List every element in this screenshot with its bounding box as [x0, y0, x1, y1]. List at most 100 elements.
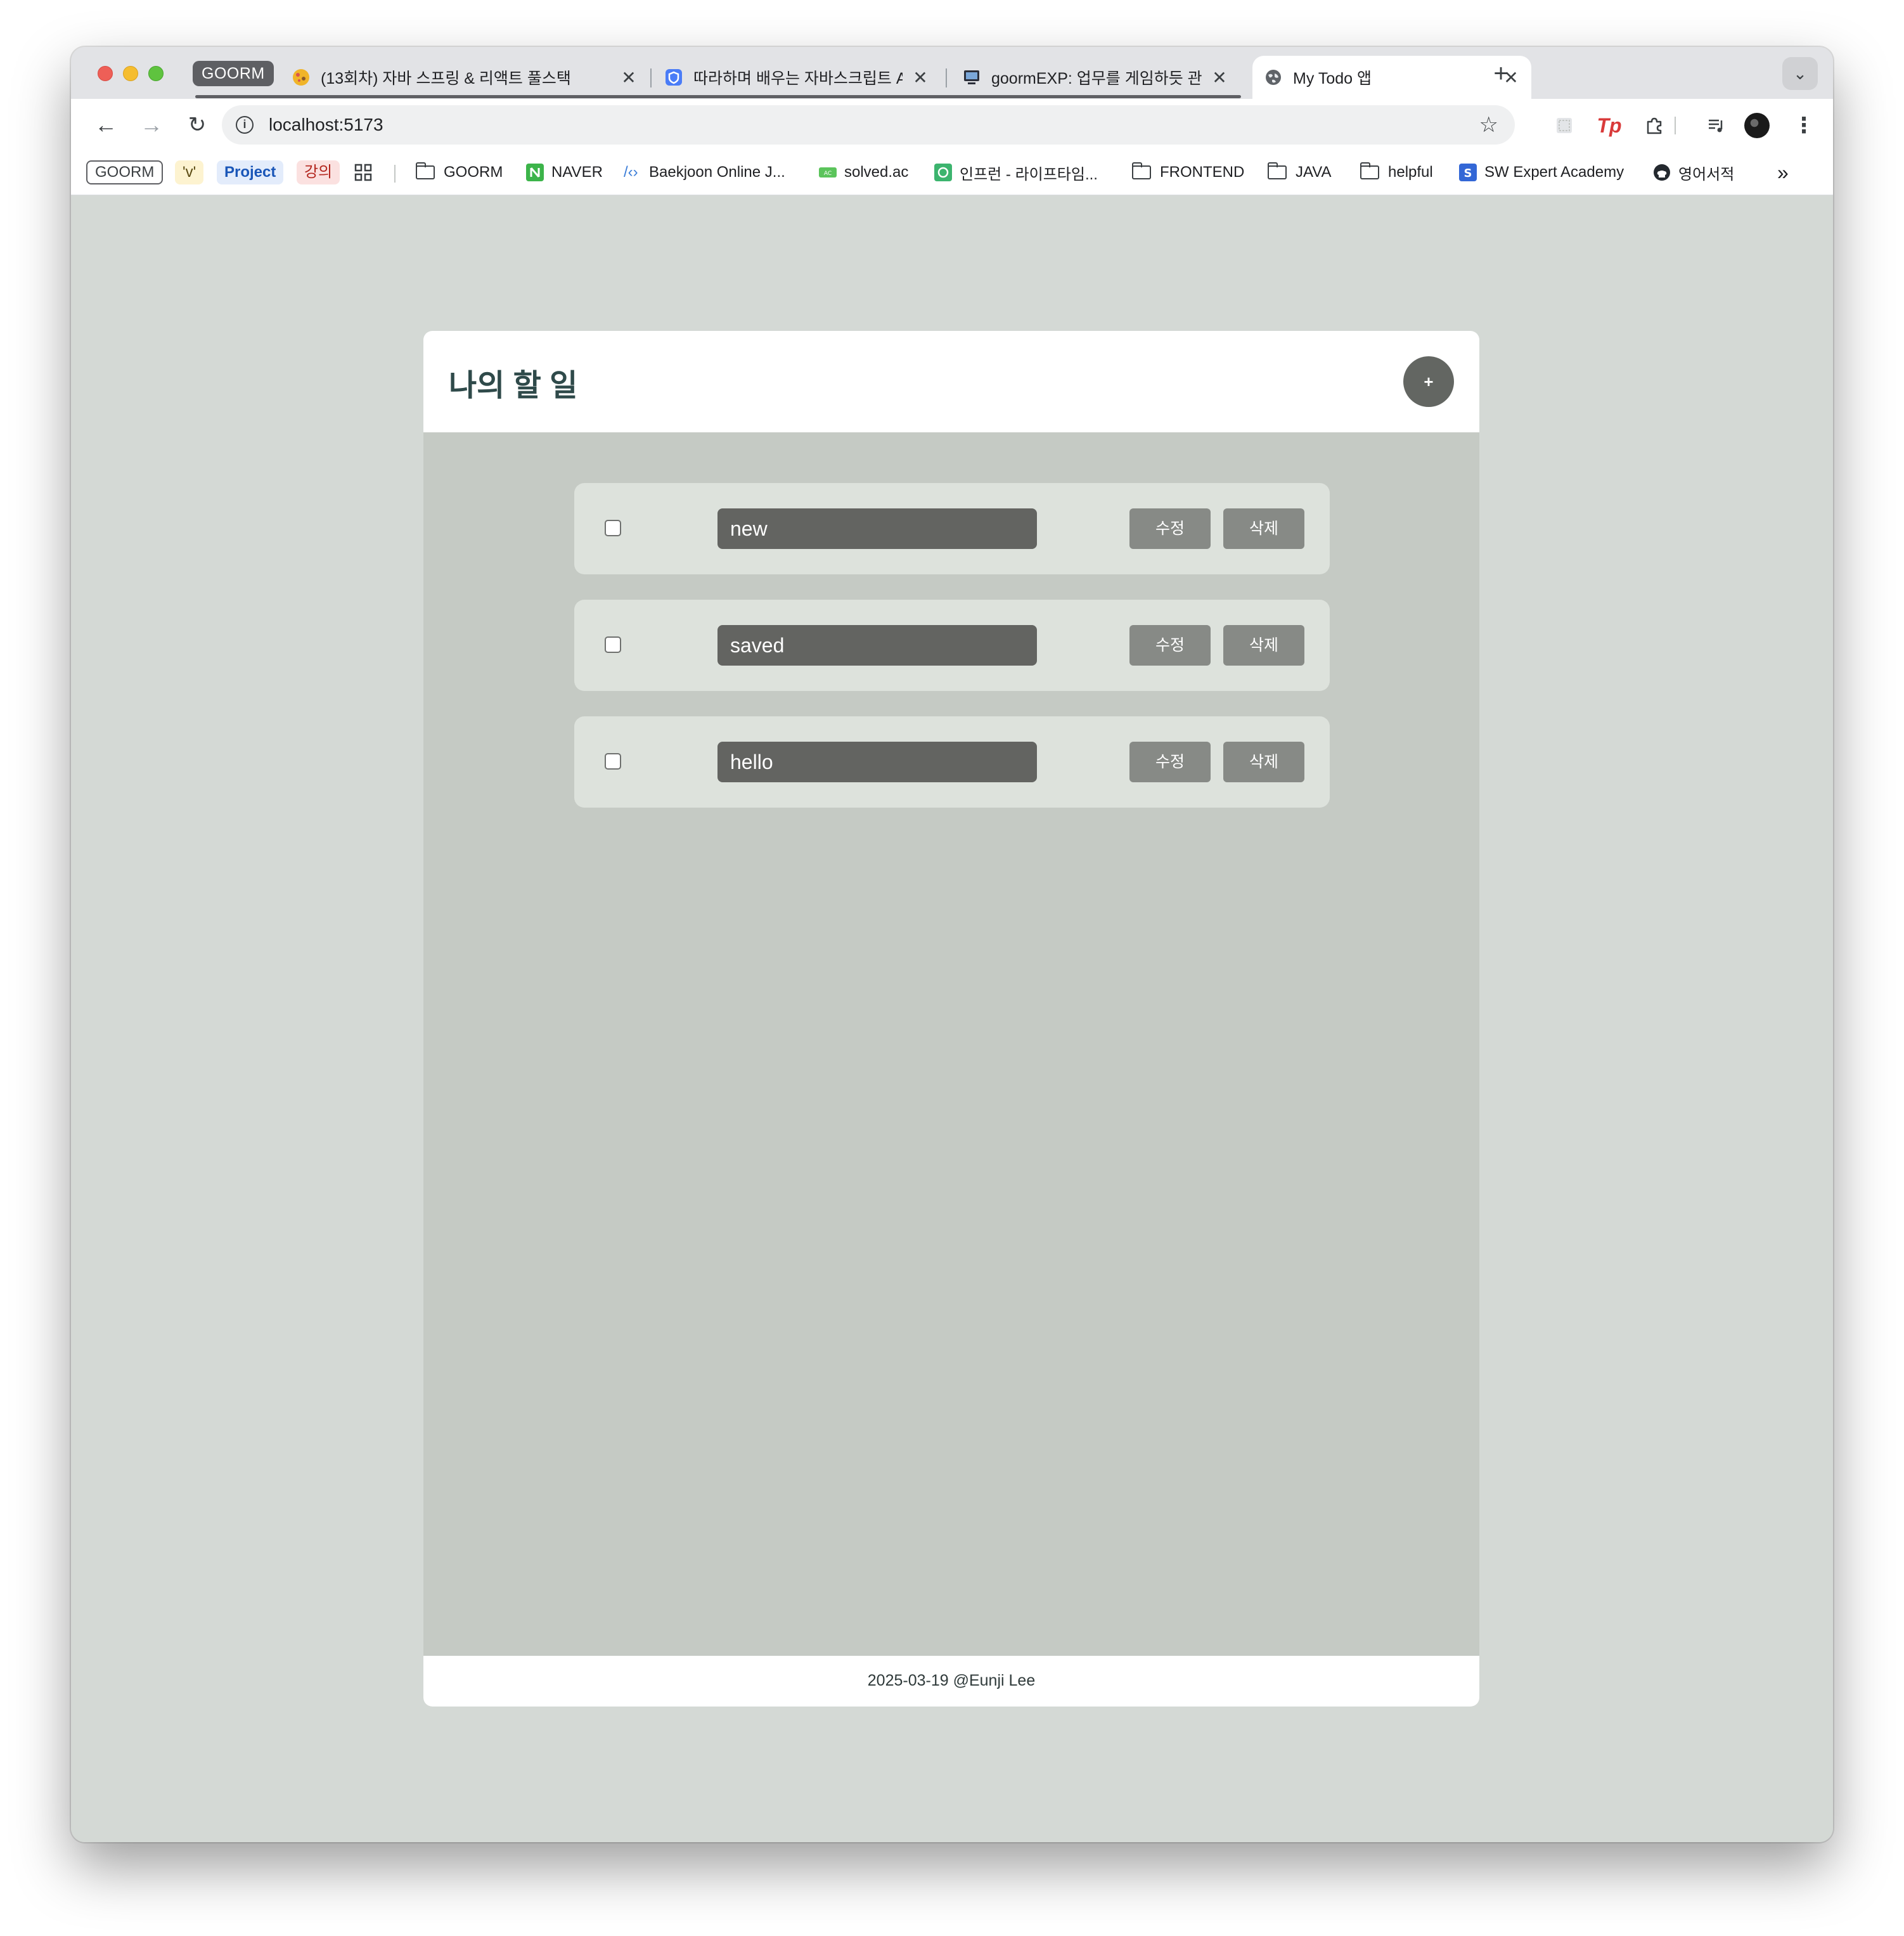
tab-title: My Todo 앱 [1293, 70, 1372, 87]
edit-button[interactable]: 수정 [1129, 742, 1211, 782]
monitor-icon [964, 70, 979, 84]
tp-extension-icon[interactable]: Tp [1593, 112, 1625, 139]
svg-text:S: S [1464, 167, 1472, 180]
new-tab-button[interactable]: + [1487, 60, 1515, 87]
site-info-icon[interactable]: i [236, 116, 254, 134]
todo-text-field[interactable]: new [717, 508, 1037, 549]
page-title: 나의 할 일 [449, 369, 578, 403]
tab-close-icon[interactable]: ✕ [1211, 67, 1228, 88]
github-icon [1654, 164, 1670, 181]
tab-separator [946, 68, 947, 87]
extensions-puzzle-icon[interactable] [1640, 112, 1668, 139]
url-text[interactable]: localhost:5173 [269, 105, 383, 145]
tab-search-button[interactable]: ⌄ [1782, 57, 1818, 90]
more-menu-icon[interactable]: ⋮ [1790, 112, 1818, 139]
bookmark-label: 인프런 - 라이프타임... [960, 165, 1098, 183]
reload-button[interactable]: ↻ [181, 109, 213, 141]
edit-button[interactable]: 수정 [1129, 625, 1211, 666]
globe-icon [1266, 70, 1281, 85]
bookmark-folder-goorm[interactable]: GOORM [415, 160, 503, 185]
forward-button[interactable]: → [136, 109, 167, 141]
bookmark-star-icon[interactable]: ☆ [1479, 105, 1498, 145]
code-icon: /‹› [624, 164, 638, 181]
todo-app-card: 나의 할 일 + new 수정 삭제 saved 수정 삭제 hello 수정 … [423, 331, 1479, 1707]
tab-goormexp[interactable]: goormEXP: 업무를 게임하듯 관리 ✕ [951, 56, 1240, 99]
solvedac-icon: AC [819, 167, 837, 177]
bookmark-sw-expert-academy[interactable]: S SW Expert Academy [1459, 160, 1624, 185]
todo-text-field[interactable]: hello [717, 742, 1037, 782]
bookmark-label: 영어서적 [1678, 165, 1735, 183]
arrow-right-icon: → [140, 112, 163, 138]
profile-avatar[interactable] [1744, 113, 1770, 138]
bookmarks-bar: GOORM 'v' Project 강의 GOORM NAVER /‹› Bae… [71, 151, 1833, 195]
more-bookmarks-button[interactable]: » [1777, 160, 1789, 185]
window-maximize-button[interactable] [148, 66, 164, 81]
bookmark-folder-helpful[interactable]: helpful [1360, 160, 1433, 185]
todo-checkbox[interactable] [605, 753, 621, 770]
tab-group-label[interactable]: GOORM [193, 61, 274, 86]
bookmark-label: Baekjoon Online J... [649, 164, 785, 181]
bookmark-group-lecture[interactable]: 강의 [297, 160, 340, 185]
bookmark-baekjoon[interactable]: /‹› Baekjoon Online J... [624, 160, 785, 185]
bookmark-naver[interactable]: NAVER [526, 160, 603, 185]
window-minimize-button[interactable] [123, 66, 138, 81]
swea-icon: S [1459, 164, 1477, 181]
app-footer: 2025-03-19 @Eunji Lee [423, 1656, 1479, 1707]
media-control-icon[interactable] [1702, 112, 1730, 139]
extension-grid-icon[interactable] [1550, 112, 1578, 139]
bookmarks-divider [394, 165, 396, 183]
tab-strip: GOORM (13회차) 자바 스프링 & 리액트 풀스택 ✕ 따라하며 배우는… [71, 47, 1833, 99]
inflearn-icon [934, 164, 952, 181]
folder-icon [1131, 162, 1151, 179]
todo-text-field[interactable]: saved [717, 625, 1037, 666]
delete-button[interactable]: 삭제 [1223, 625, 1304, 666]
bookmark-label: JAVA [1296, 164, 1332, 181]
folder-icon [415, 162, 435, 179]
window-close-button[interactable] [98, 66, 113, 81]
tab-javascript-course[interactable]: 따라하며 배우는 자바스크립트 A-Z ✕ [653, 56, 941, 99]
tab-spring-react-course[interactable]: (13회차) 자바 스프링 & 리액트 풀스택 ✕ [280, 56, 649, 99]
bookmark-inflearn[interactable]: 인프런 - 라이프타임... [934, 160, 1098, 185]
chevron-down-icon: ⌄ [1793, 64, 1807, 83]
todo-item: saved 수정 삭제 [574, 600, 1330, 691]
naver-icon [526, 164, 544, 181]
browser-toolbar: ← → ↻ i localhost:5173 ☆ Tp ⋮ [71, 99, 1833, 151]
bookmark-folder-frontend[interactable]: FRONTEND [1131, 160, 1245, 185]
bookmark-label: helpful [1388, 164, 1433, 181]
bookmark-group-goorm[interactable]: GOORM [86, 160, 164, 185]
bookmark-label: SW Expert Academy [1484, 164, 1624, 181]
tab-close-icon[interactable]: ✕ [620, 67, 638, 88]
todo-item: hello 수정 삭제 [574, 716, 1330, 808]
app-header: 나의 할 일 + [423, 331, 1479, 432]
add-todo-button[interactable]: + [1403, 356, 1454, 407]
bookmark-group-project[interactable]: Project [217, 160, 284, 185]
tab-close-icon[interactable]: ✕ [911, 67, 929, 88]
todo-item: new 수정 삭제 [574, 483, 1330, 574]
edit-button[interactable]: 수정 [1129, 508, 1211, 549]
bookmark-label: GOORM [444, 164, 503, 181]
tab-title: (13회차) 자바 스프링 & 리액트 풀스택 [321, 70, 571, 87]
todo-checkbox[interactable] [605, 520, 621, 536]
reload-icon: ↻ [188, 113, 207, 137]
bookmark-group-v[interactable]: 'v' [175, 160, 204, 185]
apps-grid-icon[interactable] [354, 160, 373, 185]
bookmark-label: solved.ac [844, 164, 909, 181]
bookmark-label: NAVER [551, 164, 603, 181]
bookmark-folder-java[interactable]: JAVA [1267, 160, 1332, 185]
delete-button[interactable]: 삭제 [1223, 742, 1304, 782]
address-bar[interactable]: i localhost:5173 ☆ [222, 105, 1515, 145]
arrow-left-icon: ← [94, 112, 117, 138]
back-button[interactable]: ← [90, 109, 122, 141]
bookmark-group-label: Project [217, 160, 284, 184]
toolbar-divider [1675, 117, 1676, 134]
bookmark-group-label: GOORM [86, 160, 164, 184]
bookmark-group-label: 강의 [297, 160, 340, 184]
bookmark-solvedac[interactable]: AC solved.ac [819, 160, 908, 185]
bookmark-label: FRONTEND [1160, 164, 1245, 181]
delete-button[interactable]: 삭제 [1223, 508, 1304, 549]
todo-checkbox[interactable] [605, 636, 621, 653]
double-chevron-right-icon: » [1777, 160, 1789, 184]
cookie-icon [293, 69, 309, 86]
tab-title: goormEXP: 업무를 게임하듯 관리 [991, 70, 1202, 87]
bookmark-english-books[interactable]: 영어서적 [1653, 160, 1734, 185]
